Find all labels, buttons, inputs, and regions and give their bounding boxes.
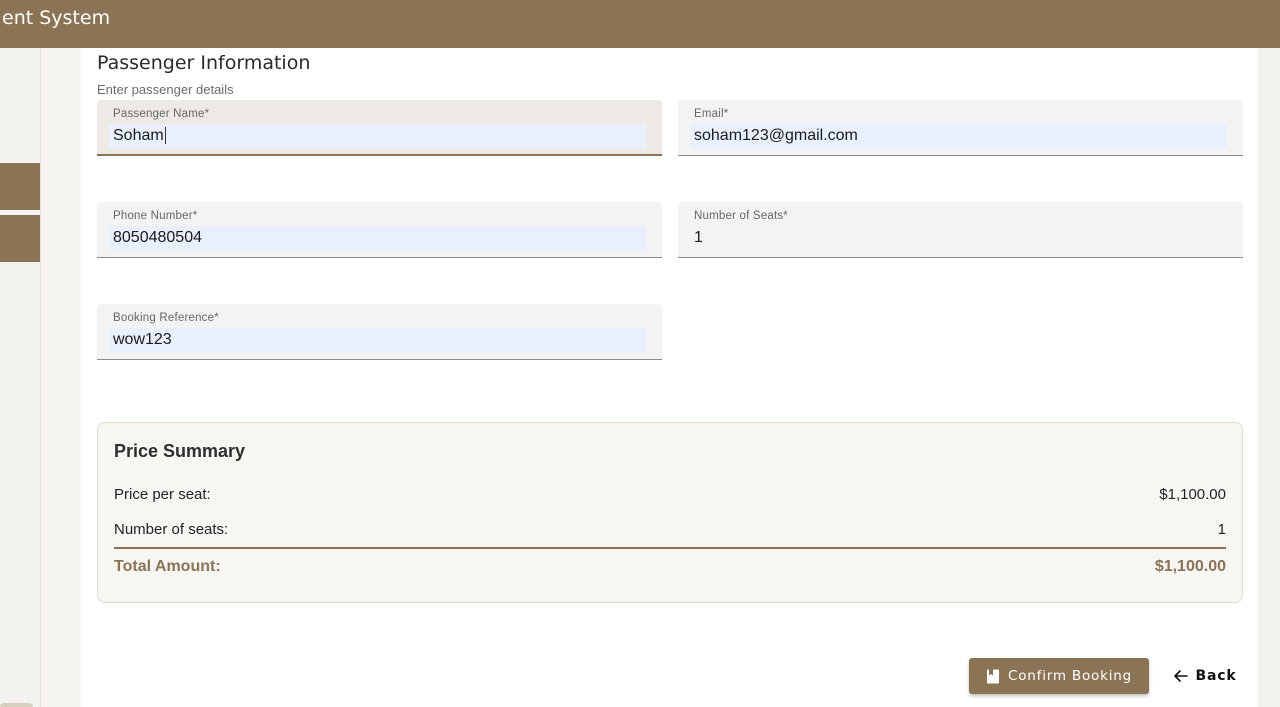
passenger-name-field[interactable]: Passenger Name* Soham <box>97 100 662 156</box>
right-gutter <box>1258 48 1280 707</box>
total-amount-value: $1,100.00 <box>1154 558 1226 575</box>
passenger-name-input[interactable]: Soham <box>109 124 646 148</box>
book-icon <box>986 669 1000 684</box>
seats-label: Number of Seats* <box>694 210 788 222</box>
email-value: soham123@gmail.com <box>694 127 858 144</box>
price-per-seat-label: Price per seat: <box>114 486 211 503</box>
sidebar <box>0 48 41 707</box>
price-summary: Price Summary Price per seat: $1,100.00 … <box>97 422 1243 603</box>
booking-reference-field[interactable]: Booking Reference* wow123 <box>97 304 662 360</box>
seats-value: 1 <box>694 229 703 246</box>
sidebar-bottom-item[interactable] <box>0 703 33 707</box>
passenger-name-label: Passenger Name* <box>113 108 210 120</box>
app-header: ent System <box>0 0 1280 48</box>
passenger-name-value: Soham <box>113 127 164 144</box>
text-caret <box>164 127 166 145</box>
confirm-booking-label: Confirm Booking <box>1008 668 1132 684</box>
number-of-seats-value: 1 <box>1217 521 1226 538</box>
back-label: Back <box>1195 668 1237 684</box>
phone-label: Phone Number* <box>113 210 198 222</box>
price-per-seat-value: $1,100.00 <box>1159 486 1226 503</box>
price-per-seat-row: Price per seat: $1,100.00 <box>114 486 1226 503</box>
seats-input[interactable]: 1 <box>690 226 1227 250</box>
phone-value: 8050480504 <box>113 229 202 246</box>
price-summary-title: Price Summary <box>114 441 246 461</box>
sidebar-item-2[interactable] <box>0 215 40 262</box>
email-label: Email* <box>694 108 729 120</box>
arrow-left-icon <box>1173 670 1188 682</box>
phone-input[interactable]: 8050480504 <box>109 226 646 250</box>
confirm-booking-button[interactable]: Confirm Booking <box>969 658 1149 694</box>
seats-field[interactable]: Number of Seats* 1 <box>678 202 1243 258</box>
booking-reference-value: wow123 <box>113 331 172 348</box>
total-amount-label: Total Amount: <box>114 558 221 575</box>
app-title: ent System <box>2 7 111 29</box>
back-button[interactable]: Back <box>1166 658 1244 694</box>
number-of-seats-row: Number of seats: 1 <box>114 521 1226 538</box>
booking-reference-label: Booking Reference* <box>113 312 219 324</box>
number-of-seats-label: Number of seats: <box>114 521 229 538</box>
email-field[interactable]: Email* soham123@gmail.com <box>678 100 1243 156</box>
phone-field[interactable]: Phone Number* 8050480504 <box>97 202 662 258</box>
summary-divider <box>114 547 1226 549</box>
total-amount-row: Total Amount: $1,100.00 <box>114 558 1226 576</box>
sidebar-item-1[interactable] <box>0 163 40 210</box>
booking-reference-input[interactable]: wow123 <box>109 328 646 352</box>
section-subtitle: Enter passenger details <box>97 82 234 97</box>
email-input[interactable]: soham123@gmail.com <box>690 124 1227 148</box>
section-title: Passenger Information <box>97 52 311 74</box>
content-gutter <box>41 48 81 707</box>
